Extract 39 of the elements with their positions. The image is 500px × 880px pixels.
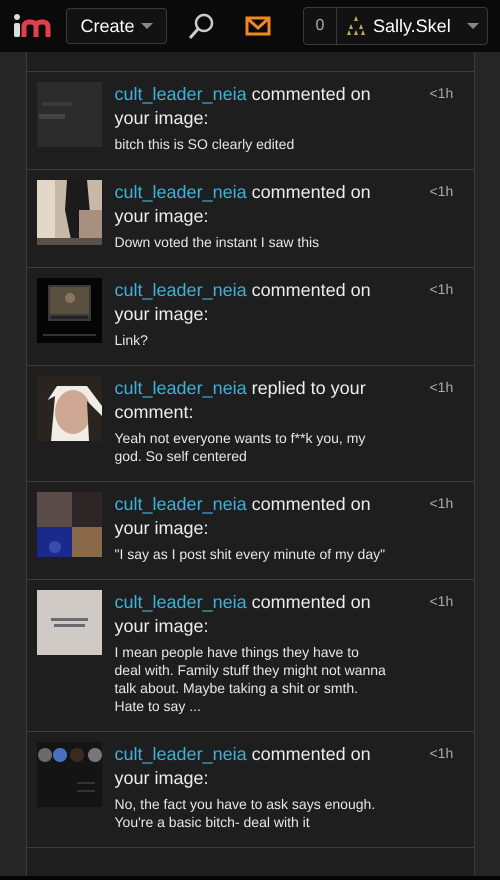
- user-menu-button[interactable]: Sally.Skel: [337, 8, 487, 44]
- comment-text: Yeah not everyone wants to f**k you, my god. So self centered: [114, 429, 366, 465]
- time-label: <1h: [430, 494, 454, 513]
- username-link[interactable]: cult_leader_neia: [114, 280, 247, 300]
- time-label: <1h: [430, 280, 454, 299]
- comment-text: Link?: [114, 331, 149, 349]
- points-count[interactable]: 0: [304, 8, 337, 44]
- comment-text: No, the fact you have to ask says enough. You're a basic bitch- deal with it: [114, 795, 376, 831]
- username-link[interactable]: cult_leader_neia: [114, 744, 247, 764]
- envelope-icon: [245, 16, 271, 36]
- notification-title: cult_leader_neia commented on your image:: [114, 181, 372, 228]
- notification-title: cult_leader_neia replied to your comment:: [114, 377, 367, 424]
- username-link[interactable]: cult_leader_neia: [114, 494, 247, 514]
- comment-text: Down voted the instant I saw this: [114, 233, 320, 251]
- comment-text: bitch this is SO clearly edited: [114, 135, 296, 153]
- search-button[interactable]: [187, 12, 215, 40]
- notification-title: cult_leader_neia commented on your image:: [114, 743, 372, 790]
- stars-icon: [345, 16, 367, 36]
- create-button[interactable]: Create: [66, 8, 167, 44]
- notification-title: cult_leader_neia commented on your image:: [114, 493, 372, 540]
- time-label: <1h: [430, 182, 454, 201]
- caret-icon: [467, 22, 479, 30]
- username-link[interactable]: cult_leader_neia: [114, 182, 247, 202]
- time-label: <1h: [430, 592, 454, 611]
- time-label: <1h: [430, 378, 454, 397]
- time-label: <1h: [430, 84, 454, 103]
- username-link[interactable]: cult_leader_neia: [114, 378, 247, 398]
- comment-text: "I say as I post shit every minute of my day": [114, 545, 386, 563]
- caret-icon: [140, 22, 153, 30]
- notification-title: cult_leader_neia commented on your image:: [114, 591, 372, 638]
- search-icon: [187, 12, 215, 40]
- username-link[interactable]: cult_leader_neia: [114, 592, 247, 612]
- username-link[interactable]: cult_leader_neia: [114, 84, 247, 104]
- logo-icon[interactable]: [12, 13, 52, 39]
- comment-text: I mean people have things they have to deal with. Family stuff they might not wanna talk about. Maybe taking a shit or smth. Hate to say ...: [114, 643, 386, 715]
- notification-title: cult_leader_neia commented on your image:: [114, 279, 372, 326]
- messages-button[interactable]: [245, 16, 271, 36]
- notification-title: cult_leader_neia commented on your image:: [114, 83, 372, 130]
- time-label: <1h: [430, 744, 454, 763]
